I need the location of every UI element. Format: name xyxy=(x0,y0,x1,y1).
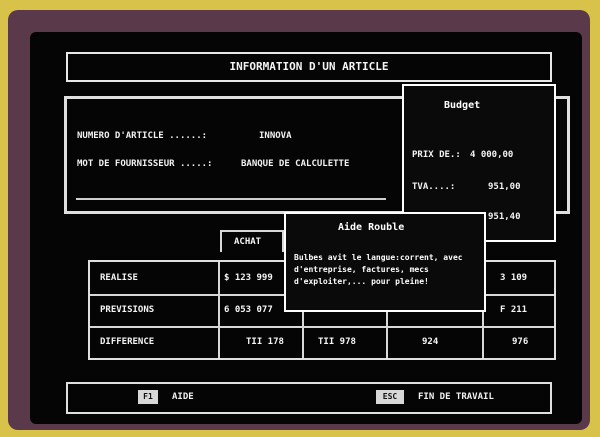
budget-tva-value: 951,00 xyxy=(488,182,521,192)
row-cell: 976 xyxy=(512,337,529,347)
field-value-article-number: INNOVA xyxy=(259,131,292,141)
row-cell: TII 178 xyxy=(246,337,284,347)
help-key-button[interactable]: F1 xyxy=(138,390,158,404)
help-key-label: AIDE xyxy=(172,392,194,402)
help-popup: Aide Rouble Bulbes avit le langue:corren… xyxy=(284,212,486,312)
column-header-achat: ACHAT xyxy=(234,237,262,247)
table-row: DIFFERENCE TII 178 TII 978 924 976 xyxy=(90,326,554,358)
row-label: REALISE xyxy=(100,273,138,283)
escape-key-label: FIN DE TRAVAIL xyxy=(418,392,494,402)
separator-line xyxy=(76,198,386,200)
budget-extra-value: 951,40 xyxy=(488,212,521,222)
row-label: PREVISIONS xyxy=(100,305,155,315)
row-cell: F 211 xyxy=(500,305,528,315)
help-popup-text: Bulbes avit le langue:corrent, avec d'en… xyxy=(294,253,463,286)
function-key-bar: F1 AIDE ESC FIN DE TRAVAIL xyxy=(66,382,552,414)
row-cell: 6 053 077 xyxy=(224,305,273,315)
field-value-supplier: BANQUE DE CALCULETTE xyxy=(241,159,350,169)
window-title: INFORMATION D'UN ARTICLE xyxy=(66,52,552,82)
help-popup-title: Aide Rouble xyxy=(338,222,405,233)
budget-tva-label: TVA....: xyxy=(412,182,456,192)
budget-popup-title: Budget xyxy=(444,100,481,111)
monitor-frame: INFORMATION D'UN ARTICLE NUMERO D'ARTICL… xyxy=(8,10,590,430)
terminal-screen: INFORMATION D'UN ARTICLE NUMERO D'ARTICL… xyxy=(30,32,582,424)
row-cell: 924 xyxy=(422,337,439,347)
row-label: DIFFERENCE xyxy=(100,337,155,347)
budget-price-label: PRIX DE.: xyxy=(412,150,461,160)
column-header-cell: ACHAT xyxy=(220,230,284,252)
field-label-article-number: NUMERO D'ARTICLE ......: xyxy=(77,131,208,141)
field-label-supplier: MOT DE FOURNISSEUR .....: xyxy=(77,159,213,169)
row-cell: $ 123 999 xyxy=(224,273,273,283)
row-cell: 3 109 xyxy=(500,273,528,283)
budget-price-value: 4 000,00 xyxy=(470,150,514,160)
escape-key-button[interactable]: ESC xyxy=(376,390,404,404)
row-cell: TII 978 xyxy=(318,337,356,347)
